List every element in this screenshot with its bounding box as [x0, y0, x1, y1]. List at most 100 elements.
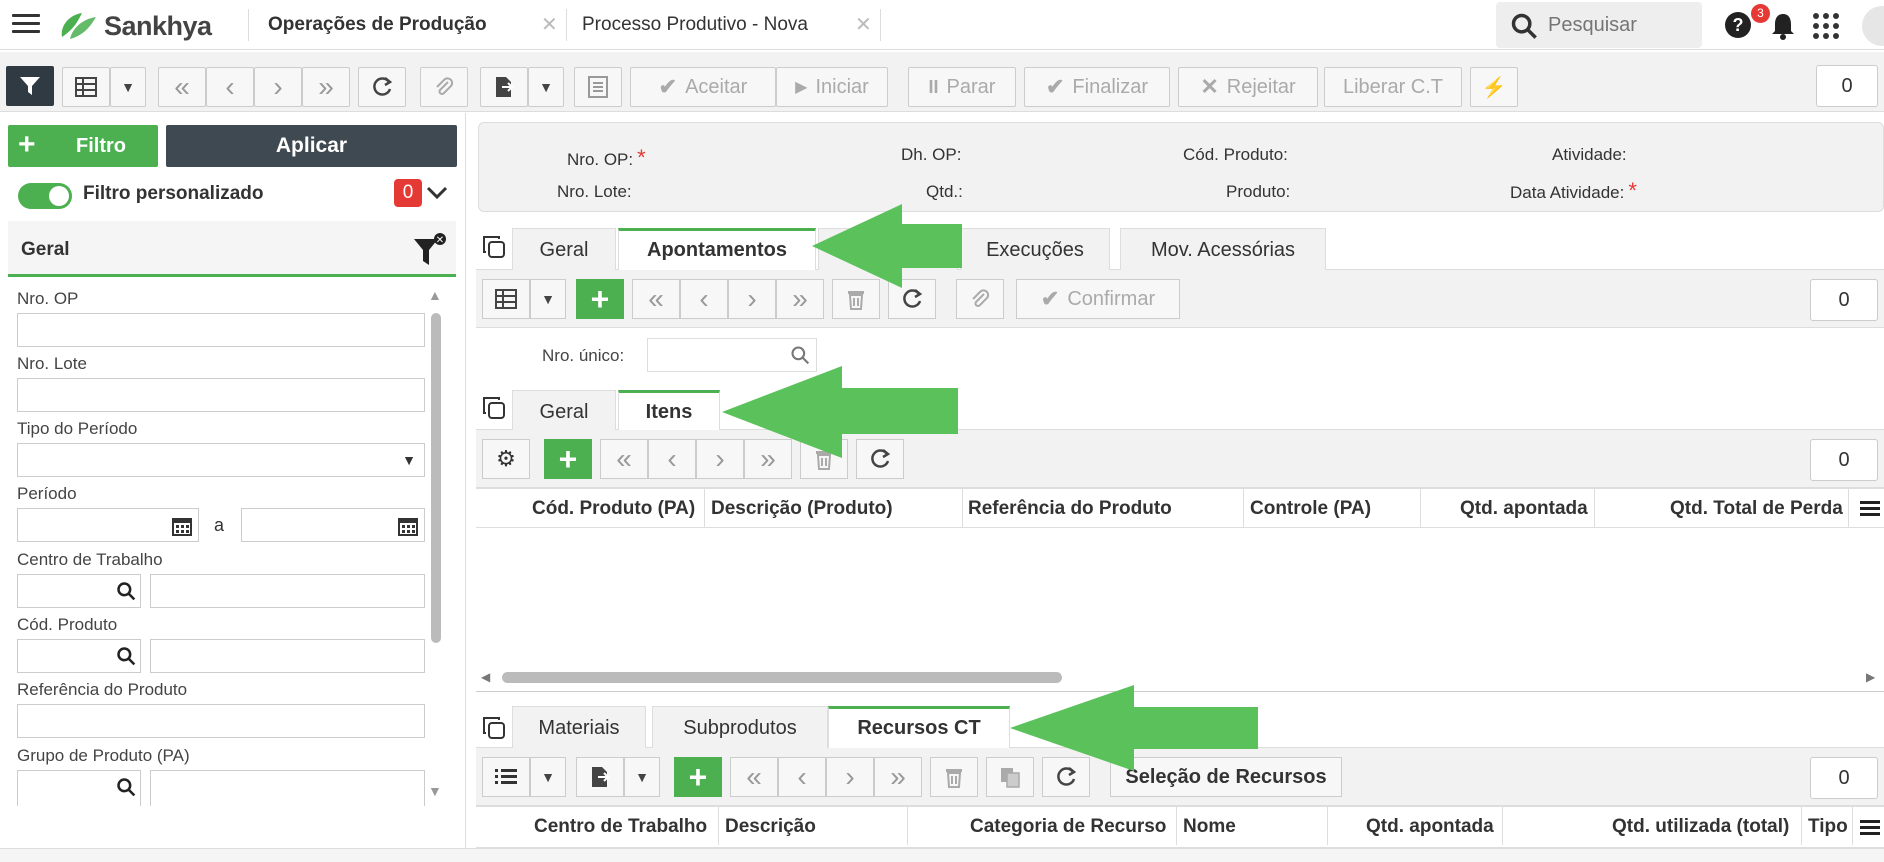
referencia-produto-input[interactable] — [17, 704, 425, 738]
grid-view-dropdown[interactable]: ▼ — [110, 67, 146, 107]
first-record-button[interactable]: « — [730, 757, 778, 797]
export-button[interactable] — [480, 67, 528, 107]
tab-geral[interactable]: Geral — [512, 228, 616, 271]
add-filter-button[interactable]: + Filtro — [8, 125, 158, 167]
tipo-periodo-select[interactable]: ▼ — [17, 443, 425, 477]
list-view-dropdown[interactable]: ▼ — [530, 757, 566, 797]
col-referencia-produto[interactable]: Referência do Produto — [968, 498, 1172, 520]
subtab-geral[interactable]: Geral — [512, 390, 616, 431]
chevron-down-icon[interactable] — [426, 185, 448, 201]
grid-view-button[interactable] — [482, 279, 530, 319]
col-qtd-apontada[interactable]: Qtd. apontada — [1460, 498, 1588, 520]
help-icon[interactable]: ? — [1724, 11, 1752, 39]
tab-operacoes-producao[interactable]: Operações de Produção — [268, 14, 487, 36]
search-icon[interactable] — [790, 345, 810, 365]
close-tab-icon[interactable]: ✕ — [541, 12, 558, 37]
grid-view-dropdown[interactable]: ▼ — [530, 279, 566, 319]
col-descricao[interactable]: Descrição — [725, 816, 816, 838]
cod-produto-code-input[interactable] — [17, 639, 141, 673]
finalizar-button[interactable]: ✔ Finalizar — [1024, 67, 1170, 107]
cod-produto-name-input[interactable] — [150, 639, 425, 673]
custom-filter-toggle[interactable] — [18, 183, 72, 209]
filter-section-header[interactable]: Geral ✕ — [8, 221, 456, 277]
grid-view-button[interactable] — [62, 67, 110, 107]
refresh-button[interactable] — [358, 67, 406, 107]
col-centro-trabalho[interactable]: Centro de Trabalho — [534, 816, 707, 838]
tab-subprodutos[interactable]: Subprodutos — [652, 706, 828, 749]
col-nome[interactable]: Nome — [1183, 816, 1236, 838]
tab-materiais[interactable]: Materiais — [512, 706, 646, 749]
scroll-left-icon[interactable]: ◀ — [481, 670, 490, 684]
horizontal-scrollbar[interactable] — [502, 672, 1062, 683]
col-qtd-total-perda[interactable]: Qtd. Total de Perda — [1670, 498, 1843, 520]
calendar-icon[interactable] — [172, 516, 192, 536]
first-record-button[interactable]: « — [600, 439, 648, 479]
first-record-button[interactable]: « — [158, 67, 206, 107]
tab-execucoes[interactable]: Execuções — [960, 228, 1110, 271]
grupo-produto-name-input[interactable] — [150, 770, 425, 806]
tab-apontamentos[interactable]: Apontamentos — [618, 228, 816, 271]
search-icon[interactable] — [116, 777, 136, 797]
attachment-button[interactable] — [956, 279, 1004, 319]
calendar-icon[interactable] — [398, 516, 418, 536]
last-record-button[interactable]: » — [874, 757, 922, 797]
rejeitar-button[interactable]: ✕ Rejeitar — [1178, 67, 1318, 107]
add-recurso-button[interactable]: + — [674, 757, 722, 797]
liberar-ct-button[interactable]: Liberar C.T — [1324, 67, 1462, 107]
search-icon[interactable] — [116, 646, 136, 666]
col-categoria-recurso[interactable]: Categoria de Recurso — [970, 816, 1166, 838]
first-record-button[interactable]: « — [632, 279, 680, 319]
delete-button[interactable] — [930, 757, 978, 797]
export-dropdown[interactable]: ▼ — [624, 757, 660, 797]
tab-mov-acessorias[interactable]: Mov. Acessórias — [1120, 228, 1326, 271]
col-descricao-produto[interactable]: Descrição (Produto) — [711, 498, 893, 520]
add-apontamento-button[interactable]: + — [576, 279, 624, 319]
previous-record-button[interactable]: ‹ — [206, 67, 254, 107]
copy-icon[interactable] — [482, 235, 506, 259]
previous-record-button[interactable]: ‹ — [680, 279, 728, 319]
last-record-button[interactable]: » — [302, 67, 350, 107]
scroll-up-icon[interactable]: ▲ — [428, 287, 442, 303]
col-cod-produto-pa[interactable]: Cód. Produto (PA) — [532, 498, 695, 520]
col-tipo[interactable]: Tipo — [1808, 816, 1848, 838]
next-record-button[interactable]: › — [254, 67, 302, 107]
confirmar-button[interactable]: ✔ Confirmar — [1016, 279, 1180, 319]
scroll-down-icon[interactable]: ▼ — [428, 783, 442, 799]
previous-record-button[interactable]: ‹ — [778, 757, 826, 797]
avatar[interactable] — [1862, 6, 1884, 46]
settings-button[interactable]: ⚙ — [482, 439, 530, 479]
parar-button[interactable]: II Parar — [908, 67, 1016, 107]
bell-icon[interactable] — [1770, 12, 1796, 40]
next-record-button[interactable]: › — [728, 279, 776, 319]
aceitar-button[interactable]: ✔ Aceitar — [630, 67, 776, 107]
close-tab-icon[interactable]: ✕ — [855, 12, 872, 37]
next-record-button[interactable]: › — [826, 757, 874, 797]
grupo-produto-code-input[interactable] — [17, 770, 141, 806]
nro-op-input[interactable] — [17, 313, 425, 347]
report-button[interactable] — [574, 67, 622, 107]
list-view-button[interactable] — [482, 757, 530, 797]
filter-toggle-button[interactable] — [6, 66, 54, 106]
periodo-end-input[interactable] — [241, 508, 425, 542]
subtab-itens[interactable]: Itens — [618, 390, 720, 431]
centro-trabalho-name-input[interactable] — [150, 574, 425, 608]
scroll-right-icon[interactable]: ▶ — [1866, 670, 1875, 684]
add-item-button[interactable]: + — [544, 439, 592, 479]
col-controle-pa[interactable]: Controle (PA) — [1250, 498, 1371, 520]
tab-recursos-ct[interactable]: Recursos CT — [828, 706, 1010, 749]
copy-icon[interactable] — [482, 396, 506, 420]
filter-settings-icon[interactable]: ✕ — [412, 233, 448, 269]
previous-record-button[interactable]: ‹ — [648, 439, 696, 479]
attachment-button[interactable] — [420, 67, 468, 107]
export-button[interactable] — [576, 757, 624, 797]
centro-trabalho-code-input[interactable] — [17, 574, 141, 608]
periodo-start-input[interactable] — [17, 508, 199, 542]
column-menu-icon[interactable] — [1860, 501, 1880, 517]
apps-grid-icon[interactable] — [1812, 12, 1840, 40]
vertical-scrollbar[interactable] — [431, 313, 441, 643]
actions-button[interactable]: ⚡ — [1470, 67, 1518, 107]
apply-filter-button[interactable]: Aplicar — [166, 125, 457, 167]
search-box[interactable] — [1496, 2, 1702, 48]
search-icon[interactable] — [116, 581, 136, 601]
search-input[interactable] — [1548, 12, 1688, 38]
